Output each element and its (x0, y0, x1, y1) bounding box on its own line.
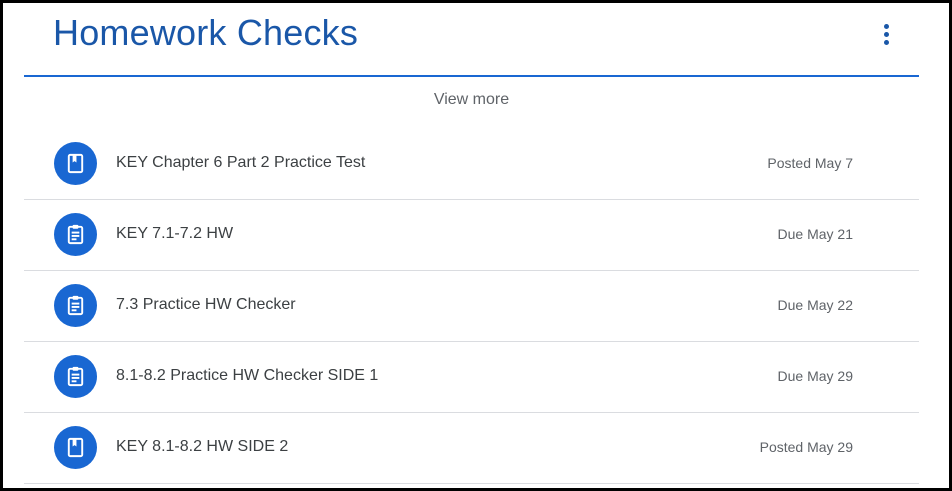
more-options-icon[interactable] (874, 21, 898, 49)
classwork-item[interactable]: KEY Chapter 6 Part 2 Practice Test Poste… (24, 129, 919, 200)
classwork-item-date: Due May 21 (777, 226, 853, 242)
classwork-item-title: KEY 8.1-8.2 HW SIDE 2 (116, 438, 289, 455)
classwork-item-title: KEY Chapter 6 Part 2 Practice Test (116, 154, 366, 171)
assignment-clipboard-icon (54, 284, 97, 327)
classwork-item-title: 7.3 Practice HW Checker (116, 296, 296, 313)
more-options-dot (884, 24, 889, 29)
more-options-dot (884, 40, 889, 45)
classwork-item-date: Due May 22 (777, 297, 853, 313)
topic-title: Homework Checks (53, 12, 359, 53)
classwork-item[interactable]: KEY 8.1-8.2 HW SIDE 2 Posted May 29 (24, 413, 919, 484)
assignment-clipboard-icon (54, 213, 97, 256)
screenshot-frame: Homework Checks View more KEY Chapter 6 … (0, 0, 952, 491)
material-book-icon (54, 426, 97, 469)
more-options-dot (884, 32, 889, 37)
classwork-item[interactable]: KEY 7.1-7.2 HW Due May 21 (24, 200, 919, 271)
classwork-item[interactable]: 8.1-8.2 Practice HW Checker SIDE 1 Due M… (24, 342, 919, 413)
classwork-item[interactable]: 7.3 Practice HW Checker Due May 22 (24, 271, 919, 342)
classwork-item-date: Due May 29 (777, 368, 853, 384)
topic-header: Homework Checks (24, 3, 919, 77)
assignment-clipboard-icon (54, 355, 97, 398)
classwork-item-date: Posted May 7 (767, 155, 853, 171)
classwork-list: KEY Chapter 6 Part 2 Practice Test Poste… (24, 129, 919, 484)
view-more-button[interactable]: View more (24, 91, 919, 109)
material-book-icon (54, 142, 97, 185)
classwork-item-title: 8.1-8.2 Practice HW Checker SIDE 1 (116, 367, 379, 384)
classwork-item-date: Posted May 29 (759, 439, 853, 455)
classwork-item-title: KEY 7.1-7.2 HW (116, 225, 234, 242)
